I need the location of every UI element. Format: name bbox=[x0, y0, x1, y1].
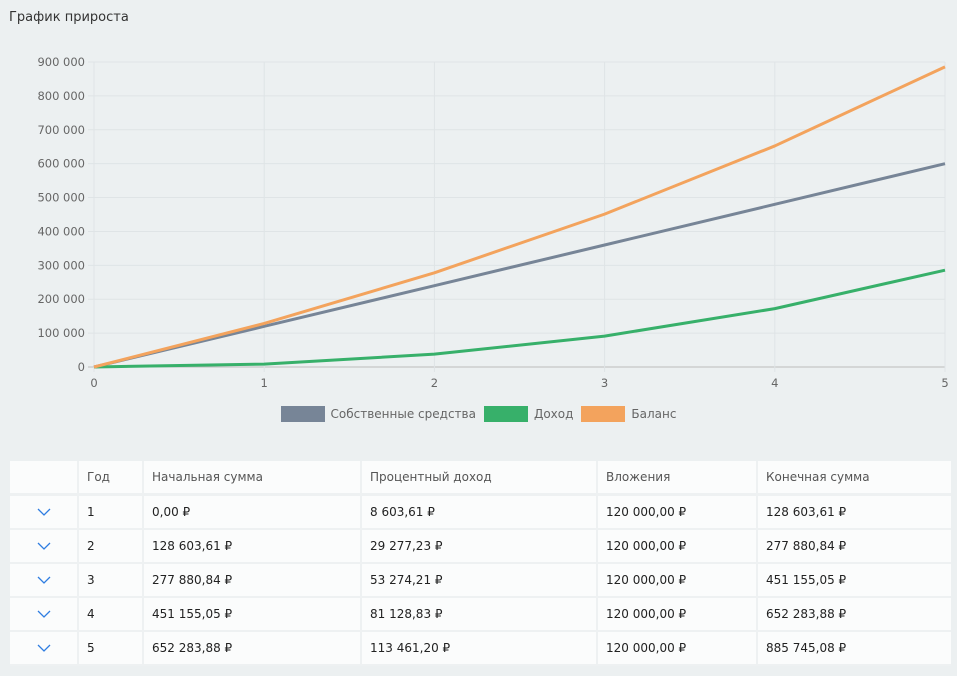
x-tick-label: 0 bbox=[90, 376, 97, 390]
table-cell: 29 277,23 ₽ bbox=[361, 529, 598, 564]
table-cell: 128 603,61 ₽ bbox=[757, 494, 951, 530]
table-cell: 120 000,00 ₽ bbox=[597, 494, 758, 530]
table-row: 3 277 880,84 ₽53 274,21 ₽120 000,00 ₽451 … bbox=[10, 563, 951, 598]
table-cell: 120 000,00 ₽ bbox=[597, 631, 758, 666]
table-cell: 451 155,05 ₽ bbox=[757, 563, 951, 598]
x-tick-label: 3 bbox=[601, 376, 608, 390]
legend-label: Доход bbox=[533, 407, 574, 421]
y-tick-label: 500 000 bbox=[37, 191, 85, 205]
table-cell: 120 000,00 ₽ bbox=[597, 563, 758, 598]
x-tick-label: 5 bbox=[941, 376, 948, 390]
table-row: 5 652 283,88 ₽113 461,20 ₽120 000,00 ₽885… bbox=[10, 631, 951, 666]
table-cell: 0,00 ₽ bbox=[143, 494, 362, 530]
table-cell: 120 000,00 ₽ bbox=[597, 597, 758, 632]
header-year: Год bbox=[78, 461, 144, 496]
expand-row-button[interactable] bbox=[10, 494, 79, 530]
y-tick-label: 0 bbox=[78, 360, 85, 374]
legend-swatch bbox=[280, 406, 325, 422]
table-cell: 652 283,88 ₽ bbox=[757, 597, 951, 632]
table-cell: 652 283,88 ₽ bbox=[143, 631, 362, 666]
y-tick-label: 900 000 bbox=[37, 55, 85, 69]
header-deposits: Вложения bbox=[597, 461, 758, 496]
chevron-down-icon bbox=[37, 542, 50, 550]
growth-chart: 0 100 000 200 000 300 000 400 000 500 000 600 … bbox=[37, 55, 948, 390]
table-cell: 1 bbox=[78, 494, 144, 530]
y-tick-label: 600 000 bbox=[37, 157, 85, 171]
y-tick-label: 200 000 bbox=[37, 292, 85, 306]
table-cell: 277 880,84 ₽ bbox=[757, 529, 951, 564]
header-interest: Процентный доход bbox=[361, 461, 598, 496]
table-cell: 81 128,83 ₽ bbox=[361, 597, 598, 632]
x-tick-label: 2 bbox=[431, 376, 438, 390]
table-cell: 451 155,05 ₽ bbox=[143, 597, 362, 632]
x-tick-label: 1 bbox=[261, 376, 268, 390]
legend-item[interactable]: Баланс bbox=[581, 406, 676, 422]
table-cell: 3 bbox=[78, 563, 144, 598]
table-row: 2 128 603,61 ₽29 277,23 ₽120 000,00 ₽277 … bbox=[10, 529, 951, 564]
table-cell: 8 603,61 ₽ bbox=[361, 494, 598, 530]
series-line-2 bbox=[93, 65, 946, 369]
expand-row-button[interactable] bbox=[10, 631, 79, 666]
legend-label: Баланс bbox=[631, 407, 677, 421]
table-cell: 5 bbox=[78, 631, 144, 666]
table-cell: 128 603,61 ₽ bbox=[143, 529, 362, 564]
legend-item[interactable]: Доход bbox=[483, 406, 574, 422]
table-cell: 120 000,00 ₽ bbox=[597, 529, 758, 564]
expand-row-button[interactable] bbox=[10, 529, 79, 564]
y-tick-label: 800 000 bbox=[37, 89, 85, 103]
growth-table: Год Начальная сумма Процентный доход Вло… bbox=[10, 461, 951, 666]
table-cell: 53 274,21 ₽ bbox=[361, 563, 598, 598]
legend-swatch bbox=[581, 406, 626, 422]
chevron-down-icon bbox=[37, 644, 50, 652]
table-header-row: Год Начальная сумма Процентный доход Вло… bbox=[10, 461, 951, 496]
chevron-down-icon bbox=[37, 576, 50, 584]
header-expand bbox=[10, 461, 79, 496]
table-cell: 885 745,08 ₽ bbox=[757, 631, 951, 666]
table-row: 1 0,00 ₽8 603,61 ₽120 000,00 ₽128 603,61 … bbox=[10, 494, 951, 530]
table-cell: 277 880,84 ₽ bbox=[143, 563, 362, 598]
y-tick-label: 700 000 bbox=[37, 123, 85, 137]
legend-swatch bbox=[483, 406, 528, 422]
y-tick-label: 100 000 bbox=[37, 326, 85, 340]
table-cell: 2 bbox=[78, 529, 144, 564]
y-tick-label: 400 000 bbox=[37, 224, 85, 238]
expand-row-button[interactable] bbox=[10, 597, 79, 632]
expand-row-button[interactable] bbox=[10, 563, 79, 598]
series-line-1 bbox=[93, 268, 946, 369]
header-end: Конечная сумма bbox=[757, 461, 951, 496]
chart-legend: Собственные средства Доход Баланс bbox=[0, 406, 957, 422]
x-tick-label: 4 bbox=[771, 376, 778, 390]
chevron-down-icon bbox=[37, 610, 50, 618]
table-row: 4 451 155,05 ₽81 128,83 ₽120 000,00 ₽652 … bbox=[10, 597, 951, 632]
legend-label: Собственные средства bbox=[330, 407, 476, 421]
header-start: Начальная сумма bbox=[143, 461, 362, 496]
legend-item[interactable]: Собственные средства bbox=[280, 406, 476, 422]
chevron-down-icon bbox=[37, 508, 50, 516]
table-cell: 4 bbox=[78, 597, 144, 632]
y-tick-label: 300 000 bbox=[37, 258, 85, 272]
table-cell: 113 461,20 ₽ bbox=[361, 631, 598, 666]
